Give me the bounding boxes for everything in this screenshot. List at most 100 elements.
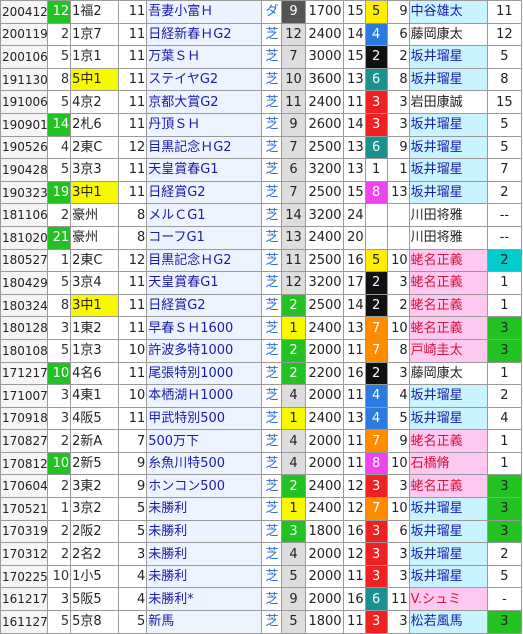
popularity-rank: 5 <box>47 338 72 363</box>
field-size: 15 <box>342 45 366 69</box>
popularity-rank: 10 <box>47 361 72 386</box>
gate-frame: 3 <box>364 519 388 544</box>
jockey-name: V.シュミ <box>408 587 488 612</box>
gate-frame: 5 <box>364 0 388 24</box>
race-name: コーフG1 <box>146 225 263 250</box>
race-date: 171217 <box>0 361 49 386</box>
gate-frame: 3 <box>364 542 388 566</box>
gate-frame <box>364 225 388 250</box>
race-name: 未勝利* <box>146 587 263 612</box>
race-date: 170812 <box>0 451 49 476</box>
table-row: 181020 21 豪州 8 コーフG1 芝 13 2400 20 川田将雅 -- <box>0 225 523 250</box>
race-number: 4 <box>118 564 148 589</box>
course-code: 1東2 <box>70 316 120 340</box>
table-row: 190323 19 3中1 11 日経賞G2 芝 7 2500 15 8 13 坂井瑠星 2 <box>0 180 523 205</box>
track-type: 芝 <box>261 293 283 318</box>
table-row: 170521 1 3京2 5 未勝利芝 1 2400 12 7 10 坂井瑠星 3 <box>0 497 523 521</box>
horse-number: 9 <box>386 429 410 453</box>
distance: 3000 <box>304 45 344 69</box>
horse-number: 10 <box>386 451 410 476</box>
table-row: 170827 2 2新A 7 500万下芝 4 2000 11 7 9 蛯名正義 1 <box>0 429 523 453</box>
distance: 2400 <box>304 406 344 431</box>
race-name: 本栖湖Ｈ1000 <box>146 384 263 408</box>
track-type: 芝 <box>261 225 283 250</box>
race-number: 4 <box>118 587 148 612</box>
track-type: 芝 <box>261 451 283 476</box>
race-number: 11 <box>118 67 148 92</box>
track-type: 芝 <box>261 474 283 499</box>
horse-number: 3 <box>386 610 410 634</box>
race-name: ステイヤG2 <box>146 67 263 92</box>
table-row: 171007 3 4東1 10 本栖湖Ｈ1000 芝 4 2000 11 4 4 坂井瑠星 2 <box>0 384 523 408</box>
field-size: 16 <box>342 587 366 612</box>
distance: 2000 <box>304 338 344 363</box>
field-size: 15 <box>342 0 366 24</box>
race-name: 目黒記念ＨG2 <box>146 248 263 273</box>
race-number: 5 <box>118 519 148 544</box>
course-code: 3京2 <box>70 497 120 521</box>
jockey-name: 川田将雅 <box>408 225 488 250</box>
horse-number: 3 <box>386 361 410 386</box>
race-number: 11 <box>118 180 148 205</box>
field-size: 11 <box>342 90 366 114</box>
field-size: 11 <box>342 384 366 408</box>
race-name: 日経賞G2 <box>146 293 263 318</box>
gate-frame: 3 <box>364 474 388 499</box>
table-row: 170225 10 1小5 4 未勝利芝 5 2000 11 3 3 坂井瑠星 5 <box>0 564 523 589</box>
race-name: 万葉ＳＨ <box>146 45 263 69</box>
horse-number: 8 <box>386 338 410 363</box>
horse-number: 9 <box>386 0 410 24</box>
post-position: 3 <box>281 519 306 544</box>
distance: 2000 <box>304 451 344 476</box>
race-name: 日経賞G2 <box>146 180 263 205</box>
jockey-name: 蛯名正義 <box>408 271 488 295</box>
distance: 2600 <box>304 112 344 137</box>
popularity-rank: 3 <box>47 406 72 431</box>
course-code: 5阪5 <box>70 587 120 612</box>
course-code: 2東C <box>70 135 120 160</box>
field-size: 14 <box>342 293 366 318</box>
table-row: 181106 2 豪州 8 メルＣG1 芝 14 3200 24 川田将雅 -- <box>0 203 523 227</box>
track-type: 芝 <box>261 338 283 363</box>
jockey-name: 坂井瑠星 <box>408 542 488 566</box>
track-type: 芝 <box>261 67 283 92</box>
field-size: 17 <box>342 271 366 295</box>
race-date: 200106 <box>0 45 49 69</box>
track-type: 芝 <box>261 180 283 205</box>
course-code: 5中1 <box>70 67 120 92</box>
race-name: 日経新春ＨG2 <box>146 22 263 47</box>
finish-position: 3 <box>486 519 523 544</box>
post-position: 13 <box>281 225 306 250</box>
field-size: 16 <box>342 519 366 544</box>
course-code: 2札6 <box>70 112 120 137</box>
finish-position: 2 <box>486 180 523 205</box>
finish-position: 3 <box>486 316 523 340</box>
jockey-name: 蛯名正義 <box>408 293 488 318</box>
gate-frame: 2 <box>364 293 388 318</box>
race-date: 180324 <box>0 293 49 318</box>
jockey-name: 坂井瑠星 <box>408 497 488 521</box>
track-type: 芝 <box>261 587 283 612</box>
post-position: 4 <box>281 542 306 566</box>
field-size: 12 <box>342 497 366 521</box>
finish-position: 3 <box>486 610 523 634</box>
race-number: 11 <box>118 406 148 431</box>
post-position: 14 <box>281 203 306 227</box>
race-number: 11 <box>118 271 148 295</box>
field-size: 11 <box>342 451 366 476</box>
table-row: 180108 5 1京3 10 許波多特1000 芝 2 2000 11 7 8 戸崎圭太 3 <box>0 338 523 363</box>
gate-frame: 8 <box>364 180 388 205</box>
gate-frame: 4 <box>364 406 388 431</box>
gate-frame: 3 <box>364 564 388 589</box>
track-type: 芝 <box>261 361 283 386</box>
horse-number: 2 <box>386 45 410 69</box>
distance: 1700 <box>304 0 344 24</box>
race-number: 10 <box>118 338 148 363</box>
horse-number: 11 <box>386 587 410 612</box>
jockey-name: 蛯名正義 <box>408 474 488 499</box>
course-code: 1福2 <box>70 0 120 24</box>
course-code: 2名2 <box>70 542 120 566</box>
jockey-name: 藤岡康太 <box>408 22 488 47</box>
finish-position: 5 <box>486 112 523 137</box>
distance: 2200 <box>304 361 344 386</box>
